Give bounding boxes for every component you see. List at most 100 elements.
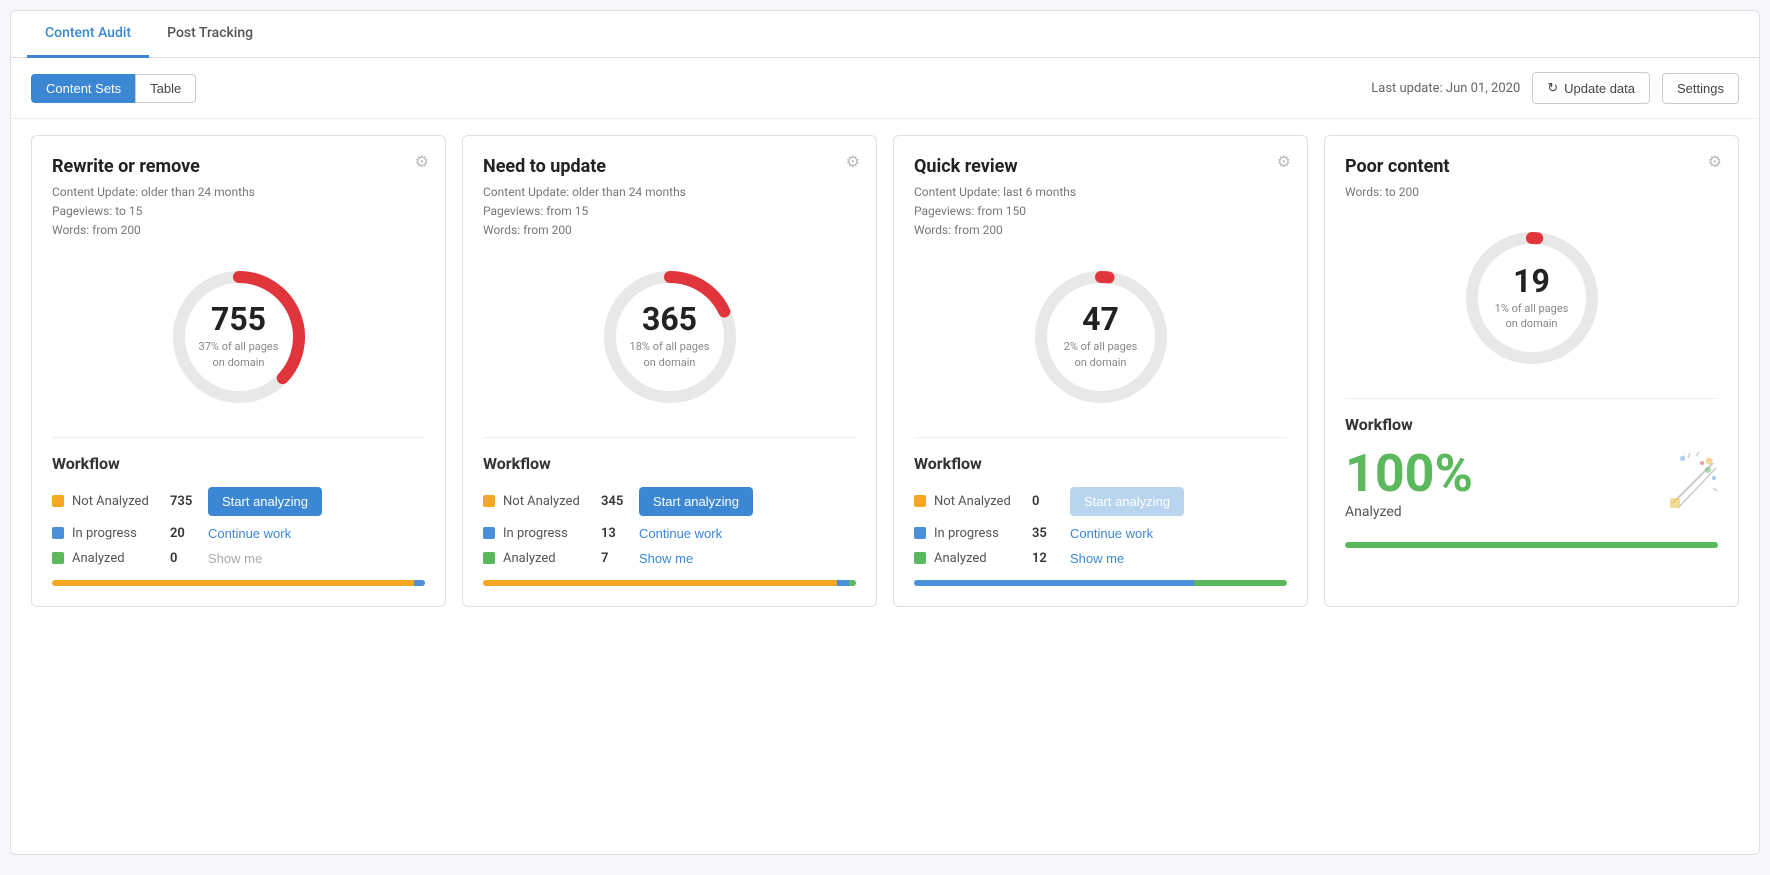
start-analyzing-button[interactable]: Start analyzing (639, 487, 753, 516)
workflow-row: Analyzed 0 Show me (52, 551, 425, 566)
card-divider (52, 437, 425, 438)
donut-center: 365 18% of all pageson domain (630, 303, 710, 370)
status-dot (483, 527, 495, 539)
donut-chart: 365 18% of all pageson domain (483, 257, 856, 417)
workflow-action-link[interactable]: Show me (639, 551, 693, 566)
workflow-row: Analyzed 12 Show me (914, 551, 1287, 566)
workflow-row: Not Analyzed 735 Start analyzing (52, 487, 425, 516)
progress-bar (914, 580, 1287, 586)
workflow-count: 35 (1032, 526, 1062, 541)
workflow-action-link[interactable]: Continue work (208, 526, 291, 541)
toolbar: Content Sets Table Last update: Jun 01, … (11, 58, 1759, 119)
donut-chart: 755 37% of all pageson domain (52, 257, 425, 417)
workflow-row: Not Analyzed 345 Start analyzing (483, 487, 856, 516)
status-dot (914, 552, 926, 564)
refresh-icon: ↻ (1547, 80, 1558, 96)
progress-bar (52, 580, 425, 586)
workflow-row: In progress 20 Continue work (52, 526, 425, 541)
workflow-title: Workflow (52, 454, 425, 473)
workflow-status-label: In progress (934, 526, 1024, 541)
workflow-count: 345 (601, 494, 631, 509)
card-title: Rewrite or remove (52, 156, 425, 177)
card-need-to-update: ⚙ Need to update Content Update: older t… (462, 135, 877, 607)
workflow-status-label: Analyzed (72, 551, 162, 566)
card-meta: Words: to 200 (1345, 183, 1718, 202)
status-dot (483, 552, 495, 564)
celebration-area: 100% Analyzed (1345, 448, 1718, 528)
tab-post-tracking[interactable]: Post Tracking (149, 11, 271, 58)
workflow-status-label: Not Analyzed (503, 494, 593, 509)
workflow-action-link[interactable]: Continue work (639, 526, 722, 541)
donut-number: 365 (630, 303, 710, 335)
settings-button[interactable]: Settings (1662, 73, 1739, 104)
complete-pct: 100% (1345, 448, 1473, 500)
workflow-title: Workflow (914, 454, 1287, 473)
progress-bar (1345, 542, 1718, 548)
card-settings-icon[interactable]: ⚙ (415, 152, 429, 171)
card-title: Poor content (1345, 156, 1718, 177)
cards-grid: ⚙ Rewrite or remove Content Update: olde… (11, 119, 1759, 623)
top-tabs: Content Audit Post Tracking (11, 11, 1759, 58)
status-dot (52, 552, 64, 564)
card-meta: Content Update: older than 24 monthsPage… (483, 183, 856, 241)
view-toggle: Content Sets Table (31, 74, 196, 103)
card-divider (1345, 398, 1718, 399)
workflow-count: 0 (170, 551, 200, 566)
last-update-text: Last update: Jun 01, 2020 (1371, 81, 1520, 96)
workflow-status-label: Not Analyzed (72, 494, 162, 509)
card-title: Need to update (483, 156, 856, 177)
workflow-count: 0 (1032, 494, 1062, 509)
confetti-icon (1658, 448, 1718, 528)
start-analyzing-button-disabled[interactable]: Start analyzing (1070, 487, 1184, 516)
card-settings-icon[interactable]: ⚙ (1708, 152, 1722, 171)
status-dot (914, 527, 926, 539)
card-meta: Content Update: older than 24 monthsPage… (52, 183, 425, 241)
workflow-count: 13 (601, 526, 631, 541)
toolbar-right: Last update: Jun 01, 2020 ↻ Update data … (1371, 72, 1739, 104)
content-sets-button[interactable]: Content Sets (31, 74, 135, 103)
donut-label: 2% of all pageson domain (1064, 339, 1138, 370)
update-data-button[interactable]: ↻ Update data (1532, 72, 1650, 104)
workflow-count: 12 (1032, 551, 1062, 566)
donut-center: 47 2% of all pageson domain (1064, 303, 1138, 370)
status-dot (914, 495, 926, 507)
status-dot (52, 495, 64, 507)
workflow-row: Analyzed 7 Show me (483, 551, 856, 566)
card-title: Quick review (914, 156, 1287, 177)
progress-bar (483, 580, 856, 586)
card-divider (483, 437, 856, 438)
donut-number: 47 (1064, 303, 1138, 335)
donut-chart: 47 2% of all pageson domain (914, 257, 1287, 417)
workflow-row: In progress 35 Continue work (914, 526, 1287, 541)
start-analyzing-button[interactable]: Start analyzing (208, 487, 322, 516)
donut-number: 19 (1495, 265, 1569, 297)
card-divider (914, 437, 1287, 438)
card-poor-content: ⚙ Poor content Words: to 200 19 1% of al… (1324, 135, 1739, 607)
donut-center: 19 1% of all pageson domain (1495, 265, 1569, 332)
donut-label: 18% of all pageson domain (630, 339, 710, 370)
card-settings-icon[interactable]: ⚙ (1277, 152, 1291, 171)
card-quick-review: ⚙ Quick review Content Update: last 6 mo… (893, 135, 1308, 607)
donut-label: 1% of all pageson domain (1495, 301, 1569, 332)
workflow-action-link[interactable]: Continue work (1070, 526, 1153, 541)
status-dot (483, 495, 495, 507)
donut-number: 755 (199, 303, 279, 335)
workflow-status-label: Not Analyzed (934, 494, 1024, 509)
tab-content-audit[interactable]: Content Audit (27, 11, 149, 58)
donut-center: 755 37% of all pageson domain (199, 303, 279, 370)
workflow-row: In progress 13 Continue work (483, 526, 856, 541)
card-meta: Content Update: last 6 monthsPageviews: … (914, 183, 1287, 241)
card-settings-icon[interactable]: ⚙ (846, 152, 860, 171)
workflow-status-label: In progress (72, 526, 162, 541)
workflow-count: 735 (170, 494, 200, 509)
table-button[interactable]: Table (135, 74, 196, 103)
donut-chart: 19 1% of all pageson domain (1345, 218, 1718, 378)
workflow-title: Workflow (483, 454, 856, 473)
workflow-count: 7 (601, 551, 631, 566)
card-rewrite-or-remove: ⚙ Rewrite or remove Content Update: olde… (31, 135, 446, 607)
complete-label: Analyzed (1345, 504, 1473, 520)
workflow-action-link[interactable]: Show me (1070, 551, 1124, 566)
workflow-status-label: Analyzed (934, 551, 1024, 566)
donut-label: 37% of all pageson domain (199, 339, 279, 370)
workflow-status-label: Analyzed (503, 551, 593, 566)
